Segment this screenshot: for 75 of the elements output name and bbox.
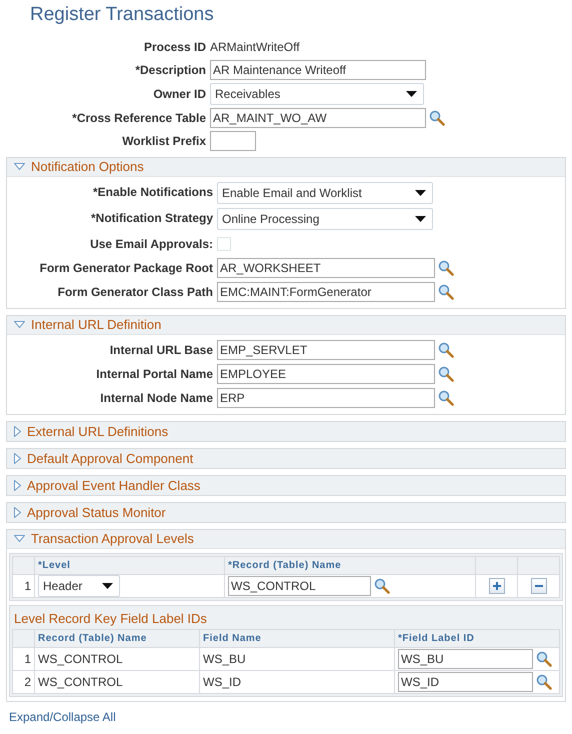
table-cell: WS_CONTROL — [34, 648, 200, 671]
field-label: *Enable Notifications — [92, 184, 213, 201]
search-icon[interactable] — [429, 110, 445, 126]
field-label: *Cross Reference Table — [71, 110, 206, 127]
dropdown[interactable]: Online Processing — [217, 208, 433, 230]
table-cell: WS_BU — [200, 648, 394, 671]
add-row-button[interactable] — [488, 578, 504, 594]
table-cell: WS_ID — [200, 670, 394, 694]
input-field[interactable]: ERP — [217, 388, 435, 408]
field-label: Use Email Approvals: — [89, 236, 213, 253]
search-icon[interactable] — [438, 284, 454, 300]
search-icon[interactable] — [374, 578, 390, 594]
input-field[interactable]: AR_WORKSHEET — [217, 258, 435, 278]
input-field[interactable]: WS_CONTROL — [228, 576, 371, 596]
column-header: Record (Table) Name — [34, 630, 200, 648]
field-label: *Notification Strategy — [90, 210, 213, 227]
collapse-icon[interactable] — [14, 535, 25, 542]
collapse-icon[interactable] — [14, 321, 25, 328]
search-icon[interactable] — [536, 651, 552, 668]
delete-row-button[interactable] — [530, 578, 546, 594]
input-field[interactable]: EMPLOYEE — [217, 364, 435, 384]
caret-icon — [102, 582, 113, 589]
expand-icon[interactable] — [14, 426, 21, 437]
field-label: Owner ID — [152, 86, 206, 103]
expand-icon[interactable] — [14, 506, 21, 518]
expand-icon[interactable] — [14, 452, 21, 464]
dropdown[interactable]: Receivables — [210, 82, 424, 105]
section-header[interactable]: Transaction Approval Levels — [7, 530, 565, 549]
column-header: *Record (Table) Name — [224, 556, 476, 574]
field-label: Internal Node Name — [99, 390, 213, 407]
search-icon[interactable] — [438, 366, 454, 382]
section-header[interactable]: External URL Definitions — [7, 422, 565, 441]
input-field[interactable]: WS_ID — [398, 672, 533, 692]
expand-collapse-link[interactable]: Expand/Collapse All — [9, 708, 116, 726]
row-number: 1 — [12, 574, 34, 598]
caret-icon — [415, 216, 426, 222]
expand-icon[interactable] — [14, 480, 21, 491]
dropdown[interactable]: Header — [38, 574, 120, 597]
input-field[interactable]: AR_MAINT_WO_AW — [210, 108, 426, 128]
column-header: *Level — [34, 556, 224, 574]
search-icon[interactable] — [438, 390, 454, 406]
section-header[interactable]: Notification Options — [7, 158, 565, 177]
field-value: ARMaintWriteOff — [210, 38, 300, 56]
search-icon[interactable] — [536, 674, 552, 690]
input-field[interactable]: AR Maintenance Writeoff — [210, 60, 426, 80]
input-field[interactable] — [210, 130, 256, 151]
page-title: Register Transactions — [30, 4, 215, 27]
field-label: Form Generator Package Root — [38, 260, 213, 277]
dropdown[interactable]: Enable Email and Worklist — [217, 182, 433, 204]
field-label: Worklist Prefix — [121, 132, 206, 150]
table-cell: WS_CONTROL — [34, 670, 200, 694]
search-icon[interactable] — [438, 260, 454, 276]
caret-icon — [406, 90, 417, 97]
input-field[interactable]: WS_BU — [398, 649, 533, 670]
column-header: *Field Label ID — [394, 630, 560, 648]
input-field[interactable]: EMP_SERVLET — [217, 340, 435, 360]
plus-icon — [492, 580, 502, 591]
field-label: Process ID — [142, 38, 206, 56]
section-header[interactable]: Default Approval Component — [7, 448, 565, 468]
caret-icon — [415, 190, 426, 196]
section-header[interactable]: Internal URL Definition — [7, 316, 565, 335]
collapse-icon[interactable] — [14, 163, 25, 170]
field-label: Form Generator Class Path — [56, 284, 213, 301]
row-number: 2 — [12, 670, 34, 694]
column-header: Field Name — [200, 630, 394, 648]
search-icon[interactable] — [438, 342, 454, 358]
section-header[interactable]: Approval Event Handler Class — [7, 476, 565, 495]
field-label: *Description — [134, 62, 206, 79]
section-header[interactable]: Approval Status Monitor — [7, 502, 565, 522]
grid-title: Level Record Key Field Label IDs — [13, 610, 208, 628]
checkbox[interactable] — [217, 236, 231, 251]
row-number: 1 — [12, 648, 34, 671]
input-field[interactable]: EMC:MAINT:FormGenerator — [217, 282, 435, 302]
field-label: Internal URL Base — [108, 342, 213, 359]
field-label: Internal Portal Name — [95, 366, 213, 383]
